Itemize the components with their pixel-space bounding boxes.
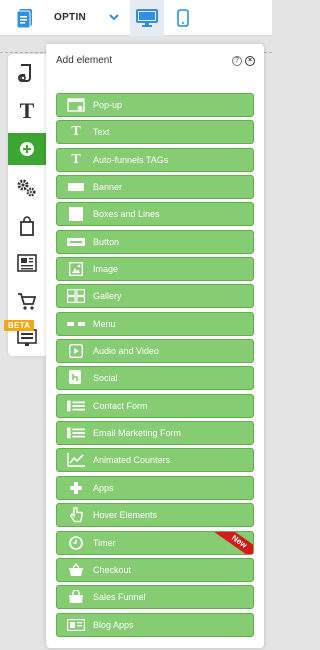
add-element-panel: Add element ? × Pop-up T Text T Auto-fun… — [46, 44, 264, 648]
document-icon[interactable] — [14, 6, 38, 30]
rail-item-shop[interactable] — [8, 210, 46, 242]
element-label: Checkout — [93, 564, 132, 575]
element-label: Button — [93, 236, 120, 247]
element-button-text[interactable]: T Text — [56, 120, 254, 145]
popup-icon — [67, 97, 85, 113]
element-label: Banner — [93, 182, 123, 193]
close-icon[interactable]: × — [245, 56, 255, 66]
basket-icon — [67, 562, 85, 578]
element-button-checkout[interactable]: Checkout — [56, 557, 254, 582]
element-label: Pop-up — [93, 100, 123, 110]
social-icon — [67, 370, 85, 386]
banner-icon — [67, 179, 85, 195]
element-button-email-marketing-form[interactable]: Email Marketing Form — [56, 421, 254, 446]
element-button-auto-funnels-tags[interactable]: T Auto-funnels TAGs — [56, 147, 254, 172]
page-selector[interactable]: OPTIN — [54, 12, 86, 23]
cart-icon — [18, 293, 37, 310]
element-button-apps[interactable]: Apps — [56, 475, 254, 500]
top-bar: OPTIN — [0, 0, 272, 36]
element-label: Timer — [93, 537, 116, 548]
element-label: Image — [93, 264, 119, 275]
element-button-image[interactable]: Image — [56, 257, 254, 282]
rail-item-blog[interactable] — [8, 247, 46, 279]
element-label: Audio and Video — [93, 346, 159, 357]
element-button-animated-counters[interactable]: Animated Counters — [56, 448, 254, 473]
mobile-view-button[interactable] — [166, 0, 200, 36]
layers-icon — [18, 64, 31, 82]
box-icon — [67, 206, 85, 222]
element-label: Apps — [93, 482, 114, 493]
screen-icon — [17, 329, 37, 346]
article-icon — [17, 254, 37, 272]
video-icon — [67, 343, 85, 359]
menu-icon — [67, 316, 85, 332]
shopping-bag-icon — [20, 216, 34, 236]
element-button-sales-funnel[interactable]: Sales Funnel — [56, 585, 254, 610]
gallery-icon — [67, 288, 85, 304]
clock-icon — [67, 535, 85, 551]
element-label: Auto-funnels TAGs — [93, 154, 169, 165]
element-label: Email Marketing Form — [93, 428, 182, 439]
plus-icon — [67, 480, 85, 496]
element-button-popup[interactable]: Pop-up — [56, 93, 254, 117]
beta-badge: BETA — [4, 320, 35, 331]
element-label: Text — [93, 127, 110, 138]
element-button-menu[interactable]: Menu — [56, 311, 254, 336]
element-label: Menu — [93, 318, 116, 329]
element-list: Pop-up T Text T Auto-funnels TAGs Banner… — [56, 93, 254, 640]
element-button-timer[interactable]: Timer New — [56, 530, 254, 555]
form-icon — [67, 398, 85, 414]
panel-header: Add element ? × — [46, 44, 264, 78]
mobile-icon — [177, 9, 189, 27]
blog-icon — [67, 617, 85, 633]
element-button-banner[interactable]: Banner — [56, 175, 254, 200]
left-toolbar: T — [8, 54, 46, 356]
text-icon: T — [71, 124, 81, 140]
element-button-contact-form[interactable]: Contact Form — [56, 393, 254, 418]
tag-text-icon: T — [71, 151, 81, 167]
chart-icon — [67, 452, 85, 468]
add-element-icon — [20, 142, 34, 156]
rail-item-text[interactable]: T — [8, 95, 46, 127]
rail-item-add-element[interactable] — [8, 133, 46, 165]
help-icon[interactable]: ? — [232, 56, 242, 66]
element-label: Hover Elements — [93, 510, 158, 521]
funnel-icon — [67, 589, 85, 605]
element-button-social[interactable]: Social — [56, 366, 254, 391]
element-label: Blog Apps — [93, 619, 134, 630]
panel-title: Add element — [56, 55, 113, 66]
element-label: Contact Form — [93, 400, 148, 411]
rail-item-layers[interactable] — [8, 56, 46, 88]
desktop-view-button[interactable] — [130, 0, 164, 36]
element-button-blog-apps[interactable]: Blog Apps — [56, 612, 254, 637]
text-icon: T — [19, 98, 35, 123]
new-badge: New — [212, 531, 253, 554]
element-button-boxes-and-lines[interactable]: Boxes and Lines — [56, 202, 254, 227]
element-button-gallery[interactable]: Gallery — [56, 284, 254, 309]
chevron-down-icon[interactable] — [108, 10, 120, 22]
rail-item-cart[interactable] — [8, 285, 46, 317]
email-form-icon — [67, 425, 85, 441]
element-label: Gallery — [93, 291, 122, 302]
pointer-icon — [67, 507, 85, 523]
image-icon — [67, 261, 85, 277]
element-label: Sales Funnel — [93, 592, 146, 603]
desktop-icon — [136, 9, 158, 27]
rail-item-settings[interactable] — [8, 172, 46, 204]
button-icon — [67, 234, 85, 250]
element-button-hover-elements[interactable]: Hover Elements — [56, 503, 254, 528]
element-label: Boxes and Lines — [93, 209, 160, 220]
settings-icon — [17, 179, 36, 197]
element-button-button[interactable]: Button — [56, 229, 254, 254]
element-button-audio-and-video[interactable]: Audio and Video — [56, 339, 254, 364]
element-label: Social — [93, 373, 118, 384]
element-label: Animated Counters — [93, 455, 171, 466]
